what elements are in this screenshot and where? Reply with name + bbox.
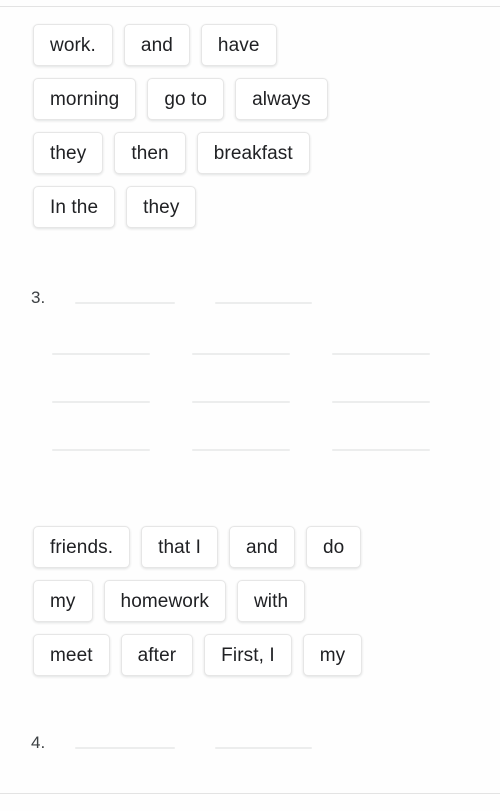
answer-blank[interactable] — [332, 401, 430, 403]
word-chip[interactable]: work. — [33, 24, 113, 66]
word-chip[interactable]: homework — [103, 580, 226, 622]
answer-blank[interactable] — [75, 302, 175, 304]
worksheet-page: work. and have morning go to always they… — [0, 0, 500, 811]
word-chip[interactable]: have — [200, 24, 277, 66]
word-chip[interactable]: do — [305, 526, 362, 568]
word-chip[interactable]: with — [236, 580, 306, 622]
answer-blank[interactable] — [332, 449, 430, 451]
answer-line-row — [0, 449, 500, 463]
answer-blank[interactable] — [52, 401, 150, 403]
answer-line-row — [0, 353, 500, 367]
word-chip[interactable]: always — [235, 78, 328, 120]
word-bank-row: meet after First, I my — [33, 634, 473, 676]
word-chip[interactable]: that I — [141, 526, 218, 568]
word-chip[interactable]: morning — [33, 78, 137, 120]
word-chip[interactable]: go to — [147, 78, 225, 120]
word-bank-row: work. and have — [33, 24, 473, 66]
word-chip[interactable]: they — [126, 186, 197, 228]
answer-blank[interactable] — [75, 747, 175, 749]
word-bank-row: they then breakfast — [33, 132, 473, 174]
word-chip[interactable]: breakfast — [196, 132, 310, 174]
word-bank-exercise-3: work. and have morning go to always they… — [33, 24, 473, 240]
word-chip[interactable]: In the — [33, 186, 116, 228]
word-chip[interactable]: and — [123, 24, 190, 66]
word-chip[interactable]: and — [228, 526, 295, 568]
word-bank-row: my homework with — [33, 580, 473, 622]
answer-blank[interactable] — [192, 449, 290, 451]
word-chip[interactable]: my — [33, 580, 93, 622]
bottom-divider — [0, 793, 500, 794]
word-chip[interactable]: after — [120, 634, 194, 676]
word-chip[interactable]: meet — [33, 634, 110, 676]
answer-blank[interactable] — [192, 353, 290, 355]
answer-line-row — [0, 747, 500, 761]
word-chip[interactable]: my — [302, 634, 363, 676]
word-chip[interactable]: then — [114, 132, 186, 174]
word-chip[interactable]: they — [33, 132, 104, 174]
answer-blank[interactable] — [215, 302, 312, 304]
word-bank-row: morning go to always — [33, 78, 473, 120]
answer-blank[interactable] — [52, 449, 150, 451]
answer-blank[interactable] — [52, 353, 150, 355]
answer-line-row — [0, 302, 500, 316]
top-divider — [0, 6, 500, 7]
answer-blank[interactable] — [332, 353, 430, 355]
word-chip[interactable]: First, I — [204, 634, 292, 676]
word-bank-exercise-4: friends. that I and do my homework with … — [33, 526, 473, 688]
answer-blank[interactable] — [192, 401, 290, 403]
word-bank-row: In the they — [33, 186, 473, 228]
word-bank-row: friends. that I and do — [33, 526, 473, 568]
answer-blank[interactable] — [215, 747, 312, 749]
word-chip[interactable]: friends. — [33, 526, 131, 568]
answer-line-row — [0, 401, 500, 415]
